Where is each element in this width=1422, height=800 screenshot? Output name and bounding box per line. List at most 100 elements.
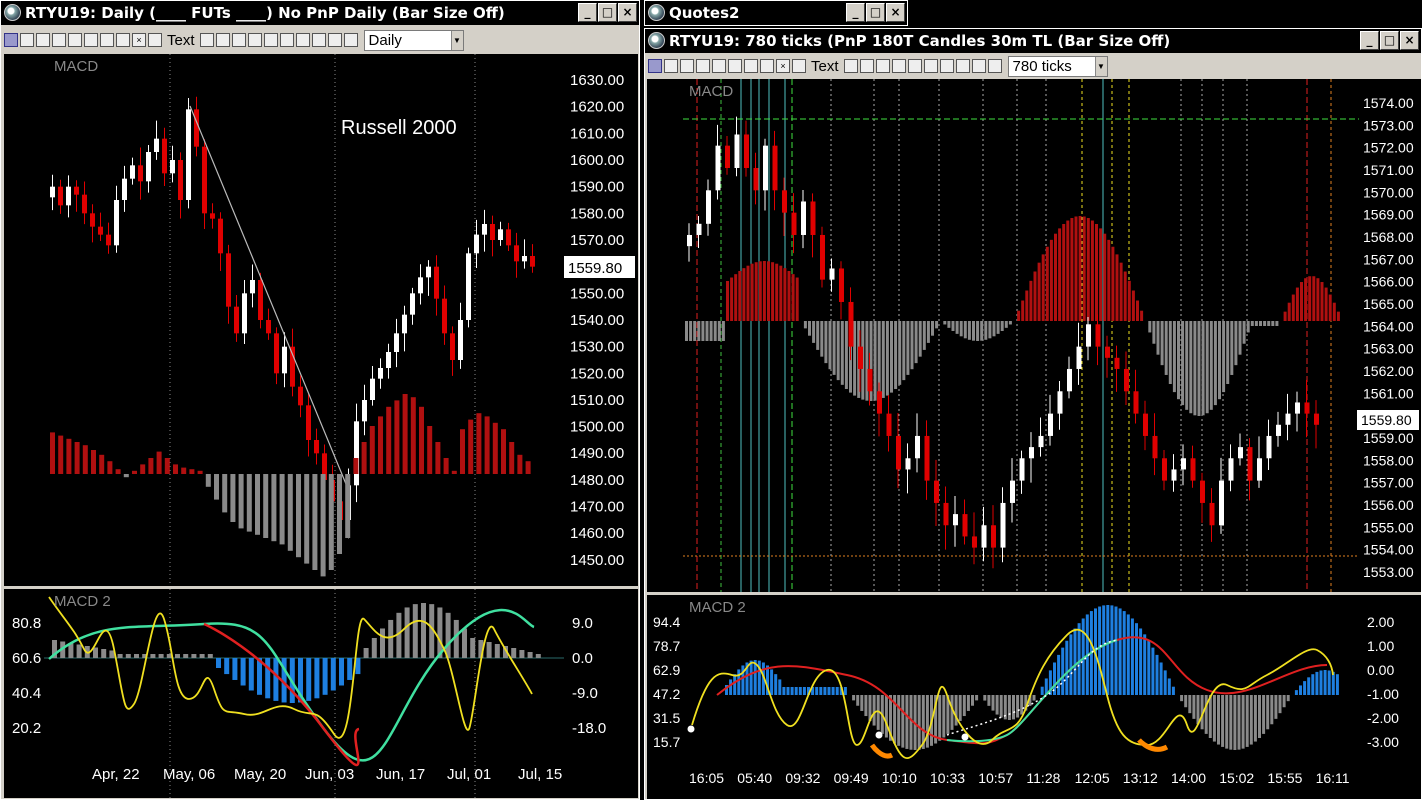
zoom-out-icon[interactable] — [116, 33, 130, 47]
chevron-down-icon[interactable]: ▼ — [1094, 56, 1107, 76]
picture-tool-icon[interactable] — [712, 59, 726, 73]
eraser-tool-icon[interactable] — [680, 59, 694, 73]
maximize-button[interactable]: □ — [598, 3, 617, 22]
app-globe-icon[interactable] — [4, 4, 21, 21]
macd-histogram-bar — [58, 435, 64, 474]
rect-tool-icon[interactable] — [664, 59, 678, 73]
macd-histogram-bar — [1152, 321, 1156, 344]
minimize-button[interactable]: _ — [846, 3, 865, 22]
hline-draw-icon[interactable] — [971, 59, 986, 73]
chevron-down-icon[interactable]: ▼ — [450, 30, 463, 50]
bars-tool-icon[interactable] — [84, 33, 98, 47]
candle-body — [763, 145, 768, 191]
right-axis-label: 1.00 — [1367, 638, 1394, 654]
macd-histogram-bar — [148, 458, 154, 474]
candle-body — [266, 320, 271, 334]
macd2-histogram-bar — [995, 695, 999, 715]
quotes-window-title: Quotes2 — [669, 4, 740, 22]
ray-draw-icon[interactable] — [987, 59, 1002, 73]
macd2-histogram-bar — [790, 687, 794, 695]
right-macd-pane[interactable]: MACD 2 94.4 78.7 62.9 47.2 31.5 15.7 2.00 1.00 0.… — [647, 595, 1421, 799]
rect-tool-icon[interactable] — [20, 33, 34, 47]
right-axis-label: -18.0 — [572, 720, 606, 737]
calendar-tool-icon[interactable] — [696, 59, 710, 73]
interval-select[interactable]: Daily ▼ — [363, 29, 464, 51]
trendline-draw-icon[interactable] — [939, 59, 954, 73]
text-tool-label[interactable]: Text — [808, 58, 842, 75]
zoom-in-icon[interactable] — [744, 59, 758, 73]
ellipse-draw-icon[interactable] — [923, 59, 938, 73]
macd-histogram-bar — [963, 321, 967, 339]
last-price-label: 1559.80 — [568, 260, 622, 277]
hline-draw-icon[interactable] — [327, 33, 342, 47]
text-tool-icon[interactable] — [148, 33, 162, 47]
macd-histogram-bar — [74, 442, 80, 474]
left-price-pane[interactable]: MACD Russell 2000 1630.00 1620.00 1610.00 160… — [4, 54, 638, 586]
left-macd-pane[interactable]: MACD 2 80.8 60.6 40.4 20.2 9.0 0.0 -9.0 -18.0 Apr… — [4, 589, 638, 798]
interval-select[interactable]: 780 ticks ▼ — [1007, 55, 1108, 77]
macd-histogram-bar — [873, 321, 877, 401]
arrow-draw-icon[interactable] — [955, 59, 970, 73]
left-title-bar[interactable]: RTYU19: Daily (____ FUTs ____) No PnP Da… — [1, 1, 639, 25]
app-globe-icon[interactable] — [648, 32, 665, 49]
ellipse-draw-icon[interactable] — [279, 33, 294, 47]
maximize-button[interactable]: □ — [866, 3, 885, 22]
right-axis-label: -2.00 — [1367, 710, 1399, 726]
minimize-button[interactable]: _ — [578, 3, 597, 22]
bars-tool-icon[interactable] — [728, 59, 742, 73]
price-tick-label: 1564.00 — [1363, 318, 1414, 334]
eraser-tool-icon[interactable] — [36, 33, 50, 47]
text-tool-label[interactable]: Text — [164, 32, 198, 49]
macd-histogram-bar — [1037, 262, 1041, 321]
macd2-histogram-bar — [1241, 695, 1245, 749]
vline-tool-icon[interactable] — [859, 59, 874, 73]
arrow-draw-icon[interactable] — [311, 33, 326, 47]
app-globe-icon[interactable] — [648, 4, 665, 21]
pointer-tool-icon[interactable] — [648, 59, 662, 73]
macd2-histogram-bar — [347, 658, 353, 680]
right-axis-label: 0.00 — [1367, 662, 1394, 678]
macd2-label: MACD 2 — [689, 599, 746, 616]
close-button[interactable]: × — [886, 3, 905, 22]
minimize-button[interactable]: _ — [1360, 31, 1379, 50]
pointer-tool-icon[interactable] — [4, 33, 18, 47]
candle-body — [178, 160, 183, 200]
macd2-histogram-bar — [306, 658, 312, 701]
quotes-title-bar[interactable]: Quotes2 _ □ × — [645, 1, 907, 25]
trendline-draw-icon[interactable] — [295, 33, 310, 47]
candle-body — [1314, 413, 1319, 425]
text-tool-icon[interactable] — [792, 59, 806, 73]
picture-tool-icon[interactable] — [68, 33, 82, 47]
macd2-histogram-bar — [1315, 671, 1319, 695]
pen-tool-icon[interactable] — [891, 59, 906, 73]
note-tool-icon[interactable] — [843, 59, 858, 73]
candle-body — [490, 224, 495, 240]
macd2-histogram-bar — [1135, 623, 1138, 695]
macd-histogram-bar — [271, 474, 277, 542]
fib-tool-icon[interactable] — [875, 59, 890, 73]
vline-tool-icon[interactable] — [215, 33, 230, 47]
note-tool-icon[interactable] — [199, 33, 214, 47]
right-price-pane[interactable]: MACD 1574.00 1573.00 1572.00 1571.00 1570.00 1… — [647, 79, 1421, 592]
close-button[interactable]: × — [618, 3, 637, 22]
macd-histogram-bar — [824, 321, 828, 364]
macd2-histogram-bar — [782, 687, 786, 695]
rectangle-draw-icon[interactable] — [263, 33, 278, 47]
delete-icon[interactable]: × — [776, 59, 790, 73]
candle-body — [146, 152, 151, 182]
rectangle-draw-icon[interactable] — [907, 59, 922, 73]
zoom-out-icon[interactable] — [760, 59, 774, 73]
close-button[interactable]: × — [1400, 31, 1419, 50]
ray-draw-icon[interactable] — [343, 33, 358, 47]
candle-body — [434, 266, 439, 299]
maximize-button[interactable]: □ — [1380, 31, 1399, 50]
right-title-bar[interactable]: RTYU19: 780 ticks (PnP 180T Candles 30m … — [645, 29, 1421, 53]
zoom-in-icon[interactable] — [100, 33, 114, 47]
fib-tool-icon[interactable] — [231, 33, 246, 47]
candle-body — [1029, 447, 1034, 459]
calendar-tool-icon[interactable] — [52, 33, 66, 47]
macd2-histogram-bar — [1016, 695, 1020, 718]
candle-body — [1010, 480, 1015, 503]
delete-icon[interactable]: × — [132, 33, 146, 47]
pen-tool-icon[interactable] — [247, 33, 262, 47]
